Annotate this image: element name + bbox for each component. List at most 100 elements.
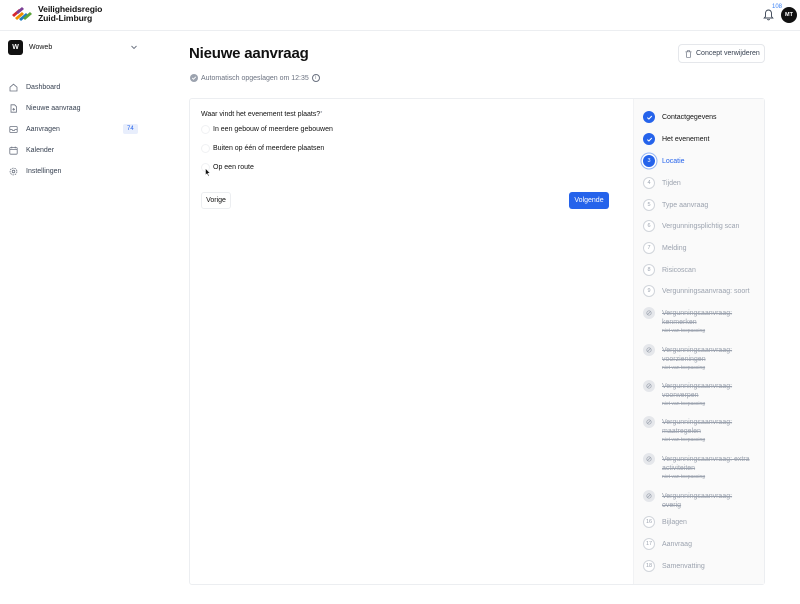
- sidebar-item-dashboard[interactable]: Dashboard: [9, 77, 139, 98]
- bell-icon[interactable]: [763, 9, 774, 21]
- step-label: Vergunningsaanvraag: voorwerpen niet van …: [662, 382, 750, 407]
- next-button[interactable]: Volgende: [569, 192, 609, 209]
- sidebar-item-nieuwe-aanvraag[interactable]: Nieuwe aanvraag: [9, 98, 139, 119]
- step-number: 9: [643, 285, 655, 297]
- step-label: Risicoscan: [662, 266, 750, 276]
- inbox-icon: [9, 126, 18, 133]
- step-number: 5: [643, 199, 655, 211]
- step-item[interactable]: 16 Bijlagen: [643, 516, 750, 528]
- step-title: Vergunningsplichtig scan: [662, 223, 740, 230]
- step-label: Vergunningsaanvraag: soort: [662, 287, 750, 297]
- step-title: Bijlagen: [662, 519, 687, 526]
- delete-concept-button[interactable]: Concept verwijderen: [678, 44, 765, 63]
- file-plus-icon: [10, 104, 17, 113]
- option-label: In een gebouw of meerdere gebouwen: [213, 126, 333, 133]
- step-title: Vergunningsaanvraag: extra activiteiten: [662, 456, 750, 472]
- step-number: 6: [643, 220, 655, 232]
- step-title: Het evenement: [662, 136, 710, 143]
- radio-button[interactable]: [201, 125, 210, 134]
- step-title: Locatie: [662, 158, 685, 165]
- step-item[interactable]: Vergunningsaanvraag: overig: [643, 490, 750, 510]
- sidebar-item-label: Nieuwe aanvraag: [26, 105, 81, 112]
- step-title: Vergunningsaanvraag: overig: [662, 493, 733, 509]
- step-item[interactable]: Vergunningsaanvraag: voorwerpen niet van …: [643, 380, 750, 407]
- step-number: 7: [643, 242, 655, 254]
- step-item[interactable]: Vergunningsaanvraag: maatregelen niet van…: [643, 416, 750, 443]
- not-applicable-icon: [643, 490, 655, 502]
- sidebar-item-instellingen[interactable]: Instellingen: [9, 161, 139, 182]
- not-applicable-icon: [643, 453, 655, 465]
- required-marker: *: [320, 111, 323, 117]
- option-gebouw[interactable]: In een gebouw of meerdere gebouwen: [201, 125, 333, 134]
- organisation-selector[interactable]: W Woweb: [8, 40, 138, 55]
- home-icon: [9, 83, 18, 92]
- step-number: 16: [643, 516, 655, 528]
- step-item[interactable]: Het evenement: [643, 133, 750, 145]
- page-title: Nieuwe aanvraag: [189, 45, 309, 62]
- top-bar: Veiligheidsregio Zuid-Limburg 108 MT: [0, 0, 800, 31]
- step-item[interactable]: 18 Samenvatting: [643, 560, 750, 572]
- step-number: 4: [643, 177, 655, 189]
- step-item[interactable]: 7 Melding: [643, 242, 750, 254]
- step-label: Vergunningsaanvraag: overig: [662, 492, 750, 510]
- aanvragen-count-badge: 74: [123, 124, 138, 134]
- step-number: 3: [643, 155, 655, 167]
- step-item[interactable]: 3 Locatie: [643, 155, 750, 167]
- step-item[interactable]: Vergunningsaanvraag: voorzieningen niet v…: [643, 344, 750, 371]
- mouse-cursor-icon: [205, 168, 211, 177]
- not-applicable-icon: [643, 380, 655, 392]
- step-subtitle: niet van toepassing: [662, 474, 706, 480]
- trash-icon: [685, 49, 692, 58]
- step-item[interactable]: 5 Type aanvraag: [643, 199, 750, 211]
- step-item[interactable]: Vergunningsaanvraag: extra activiteiten n…: [643, 453, 750, 480]
- radio-button[interactable]: [201, 144, 210, 153]
- option-label: Buiten op één of meerdere plaatsen: [213, 145, 325, 152]
- sidebar-item-aanvragen[interactable]: Aanvragen 74: [9, 119, 139, 140]
- step-label: Het evenement: [662, 135, 750, 145]
- step-title: Vergunningsaanvraag: voorzieningen: [662, 347, 733, 363]
- brand-logo[interactable]: Veiligheidsregio Zuid-Limburg: [10, 5, 102, 23]
- step-item[interactable]: Vergunningsaanvraag: kenmerken niet van t…: [643, 307, 750, 334]
- sidebar-nav: Dashboard Nieuwe aanvraag Aanvragen 74 K…: [9, 77, 139, 182]
- delete-concept-label: Concept verwijderen: [696, 50, 760, 57]
- step-subtitle: niet van toepassing: [662, 365, 706, 371]
- option-buiten[interactable]: Buiten op één of meerdere plaatsen: [201, 144, 324, 153]
- step-title: Vergunningsaanvraag: soort: [662, 288, 750, 295]
- sidebar-item-kalender[interactable]: Kalender: [9, 140, 139, 161]
- question-label: Waar vindt het evenement test plaats?*: [201, 111, 322, 118]
- step-label: Type aanvraag: [662, 201, 750, 211]
- question-text: Waar vindt het evenement test plaats?: [201, 111, 321, 118]
- step-number: 18: [643, 560, 655, 572]
- step-label: Contactgegevens: [662, 113, 750, 123]
- step-label: Vergunningsaanvraag: voorzieningen niet v…: [662, 346, 750, 371]
- steps-panel: [633, 99, 764, 584]
- step-label: Tijden: [662, 179, 750, 189]
- step-title: Samenvatting: [662, 563, 705, 570]
- info-icon[interactable]: i: [311, 74, 320, 82]
- step-item[interactable]: 6 Vergunningsplichtig scan: [643, 220, 750, 232]
- autosave-text: Automatisch opgeslagen om 12:35: [201, 74, 309, 82]
- user-avatar[interactable]: MT: [781, 7, 797, 23]
- step-item[interactable]: 8 Risicoscan: [643, 264, 750, 276]
- step-label: Vergunningsaanvraag: kenmerken niet van t…: [662, 309, 750, 334]
- calendar-icon: [9, 146, 18, 155]
- step-title: Aanvraag: [662, 541, 692, 548]
- organisation-badge: W: [8, 40, 23, 55]
- previous-button[interactable]: Vorige: [201, 192, 231, 209]
- gear-icon: [9, 167, 18, 176]
- step-label: Vergunningsplichtig scan: [662, 222, 750, 232]
- step-title: Vergunningsaanvraag: maatregelen: [662, 419, 733, 435]
- step-item[interactable]: 17 Aanvraag: [643, 538, 750, 550]
- sidebar-item-label: Kalender: [26, 147, 55, 154]
- step-title: Type aanvraag: [662, 202, 709, 209]
- step-subtitle: niet van toepassing: [662, 401, 706, 407]
- step-item[interactable]: 9 Vergunningsaanvraag: soort: [643, 285, 750, 297]
- step-number: 8: [643, 264, 655, 276]
- step-item[interactable]: 4 Tijden: [643, 177, 750, 189]
- step-label: Samenvatting: [662, 562, 750, 572]
- logo-mark-icon: [12, 7, 32, 21]
- step-item[interactable]: Contactgegevens: [643, 111, 750, 123]
- chevron-down-icon: [131, 45, 137, 50]
- step-label: Aanvraag: [662, 540, 750, 550]
- notification-count-badge: 108: [772, 4, 783, 10]
